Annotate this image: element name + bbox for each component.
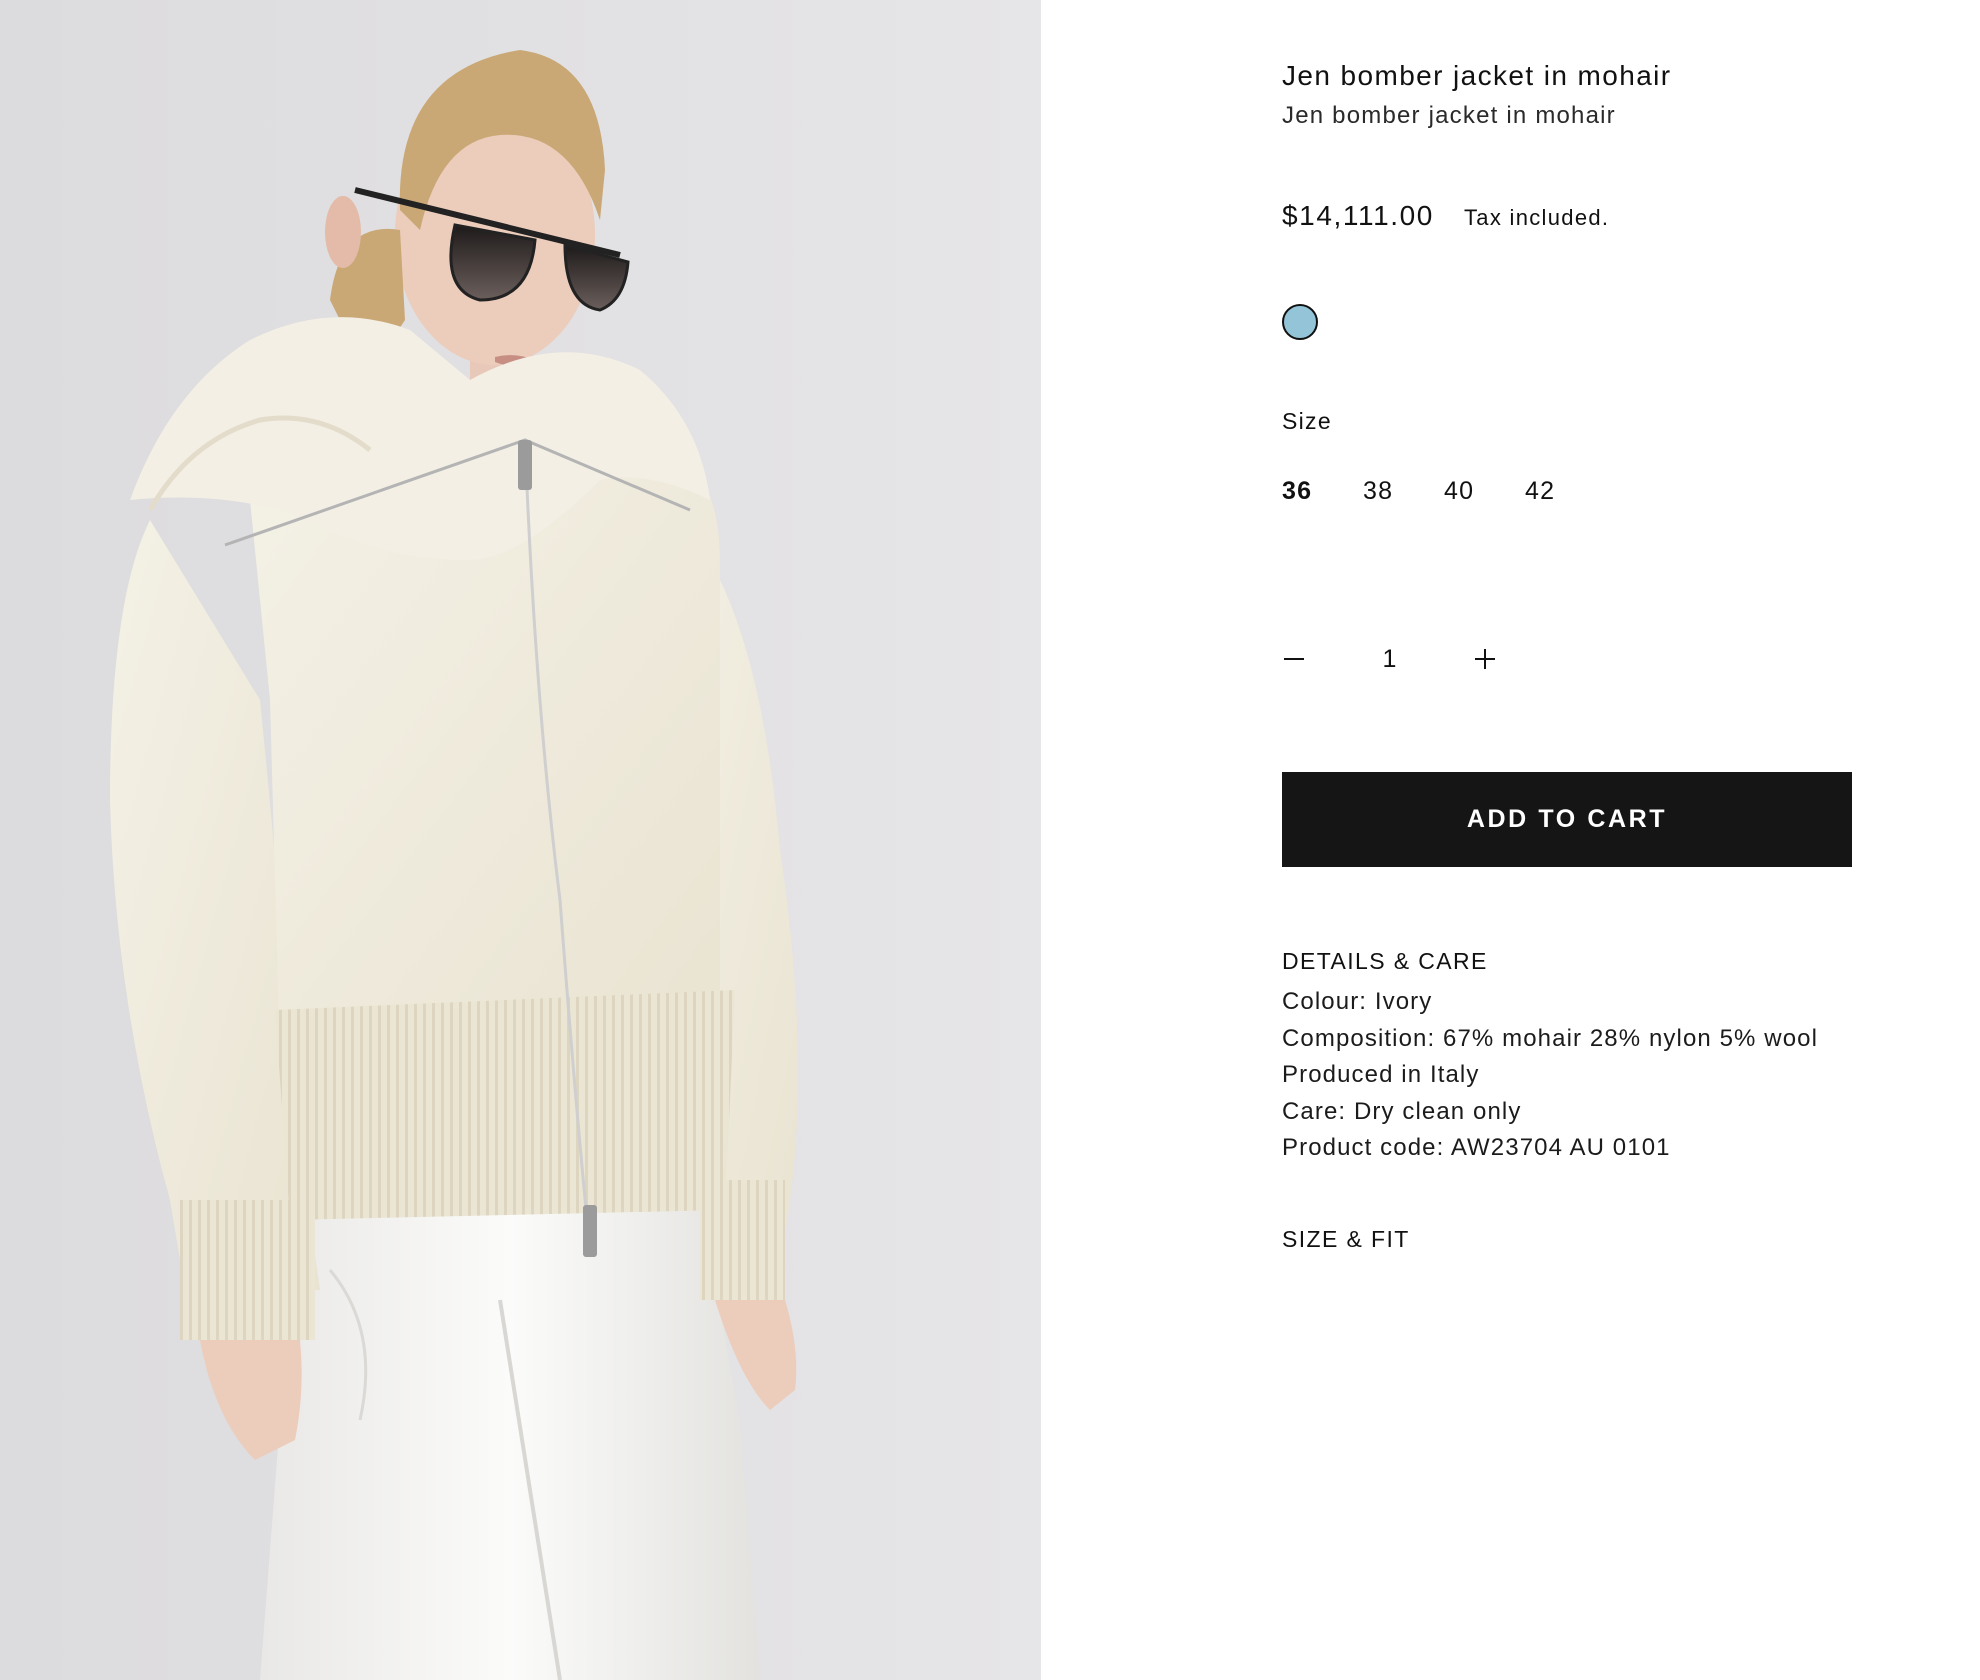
- increase-quantity-button[interactable]: [1470, 644, 1500, 674]
- add-to-cart-button[interactable]: ADD TO CART: [1282, 772, 1852, 867]
- product-title: Jen bomber jacket in mohair: [1282, 60, 1672, 91]
- size-fit-heading[interactable]: SIZE & FIT: [1282, 1226, 1410, 1253]
- price-row: $14,111.00 Tax included.: [1282, 200, 1609, 232]
- size-option-42[interactable]: 42: [1525, 477, 1606, 506]
- size-option-40[interactable]: 40: [1444, 477, 1525, 506]
- product-subtitle: Jen bomber jacket in mohair: [1282, 102, 1616, 129]
- size-option-38[interactable]: 38: [1363, 477, 1444, 506]
- plus-icon-vertical: [1484, 649, 1486, 669]
- product-price: $14,111.00: [1282, 200, 1434, 231]
- product-photo: [0, 0, 1041, 1680]
- quantity-value[interactable]: 1: [1309, 645, 1470, 674]
- tax-note: Tax included.: [1463, 205, 1610, 230]
- details-list: Colour: Ivory Composition: 67% mohair 28…: [1282, 984, 1818, 1167]
- detail-composition: Composition: 67% mohair 28% nylon 5% woo…: [1282, 1024, 1819, 1052]
- model-illustration: [0, 0, 1041, 1680]
- size-options: 36 38 40 42: [1282, 477, 1606, 506]
- detail-origin: Produced in Italy: [1282, 1061, 1480, 1088]
- minus-icon: [1284, 658, 1304, 660]
- detail-care: Care: Dry clean only: [1282, 1097, 1522, 1125]
- size-label: Size: [1282, 408, 1332, 434]
- detail-colour: Colour: Ivory: [1282, 988, 1433, 1015]
- detail-product-code: Product code: AW23704 AU 0101: [1282, 1134, 1671, 1161]
- size-option-36[interactable]: 36: [1282, 477, 1363, 506]
- colour-swatch[interactable]: [1282, 304, 1318, 340]
- decrease-quantity-button[interactable]: [1279, 644, 1309, 674]
- product-page: Jen bomber jacket in mohair Jen bomber j…: [0, 0, 1980, 1680]
- quantity-stepper: 1: [1282, 644, 1500, 674]
- details-care-heading[interactable]: DETAILS & CARE: [1282, 948, 1488, 975]
